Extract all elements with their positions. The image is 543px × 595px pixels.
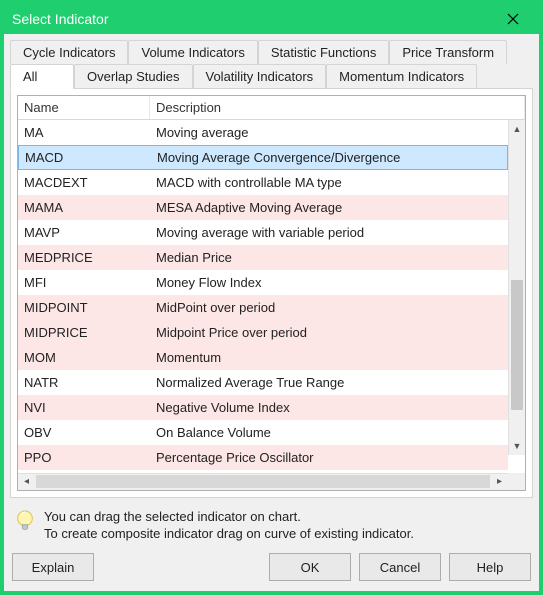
cell-description: Normalized Average True Range <box>150 375 508 390</box>
tab-upper-3[interactable]: Price Transform <box>389 40 507 64</box>
scroll-left-arrow-icon[interactable]: ◂ <box>18 473 35 490</box>
tab-upper-1[interactable]: Volume Indicators <box>128 40 257 64</box>
table-body: MAMoving averageMACDMoving Average Conve… <box>18 120 525 473</box>
button-bar: Explain OK Cancel Help <box>10 549 533 583</box>
tab-upper-0[interactable]: Cycle Indicators <box>10 40 128 64</box>
table-row[interactable]: MAMAMESA Adaptive Moving Average <box>18 195 508 220</box>
table-row[interactable]: OBVOn Balance Volume <box>18 420 508 445</box>
cell-name: MFI <box>18 275 150 290</box>
help-button[interactable]: Help <box>449 553 531 581</box>
cell-description: MACD with controllable MA type <box>150 175 508 190</box>
cell-name: MAMA <box>18 200 150 215</box>
cell-name: OBV <box>18 425 150 440</box>
tab-lower-2[interactable]: Volatility Indicators <box>193 64 327 89</box>
cell-name: MOM <box>18 350 150 365</box>
cell-name: MIDPRICE <box>18 325 150 340</box>
ok-button[interactable]: OK <box>269 553 351 581</box>
cell-description: MESA Adaptive Moving Average <box>150 200 508 215</box>
hscroll-track[interactable] <box>36 475 490 488</box>
scroll-down-arrow-icon[interactable]: ▼ <box>509 438 525 455</box>
table-row[interactable]: NATRNormalized Average True Range <box>18 370 508 395</box>
tab-lower-0[interactable]: All <box>10 64 74 89</box>
table-row[interactable]: MAMoving average <box>18 120 508 145</box>
cell-description: Moving average with variable period <box>150 225 508 240</box>
cell-description: Percentage Price Oscillator <box>150 450 508 465</box>
cell-description: Negative Volume Index <box>150 400 508 415</box>
hint-text: You can drag the selected indicator on c… <box>44 508 414 543</box>
cell-name: NVI <box>18 400 150 415</box>
titlebar: Select Indicator <box>4 4 539 34</box>
tab-lower-3[interactable]: Momentum Indicators <box>326 64 477 89</box>
cell-description: Momentum <box>150 350 508 365</box>
table-header: Name Description <box>18 96 525 120</box>
spacer <box>102 553 261 581</box>
cell-name: MIDPOINT <box>18 300 150 315</box>
table-row[interactable]: MIDPOINTMidPoint over period <box>18 295 508 320</box>
column-header-description[interactable]: Description <box>150 96 525 119</box>
table-row[interactable]: MEDPRICEMedian Price <box>18 245 508 270</box>
cell-name: MEDPRICE <box>18 250 150 265</box>
cell-description: Midpoint Price over period <box>150 325 508 340</box>
table-row[interactable]: MACDMoving Average Convergence/Divergenc… <box>18 145 508 170</box>
lightbulb-icon <box>14 508 36 536</box>
cell-description: Money Flow Index <box>150 275 508 290</box>
hint-line-2: To create composite indicator drag on cu… <box>44 525 414 543</box>
close-icon <box>507 13 519 25</box>
column-header-name[interactable]: Name <box>18 96 150 119</box>
dialog-window: Select Indicator Cycle IndicatorsVolume … <box>0 0 543 595</box>
table-row[interactable]: MFIMoney Flow Index <box>18 270 508 295</box>
scroll-right-arrow-icon[interactable]: ▸ <box>491 473 508 490</box>
tab-panel: Name Description MAMoving averageMACDMov… <box>10 88 533 498</box>
hint-line-1: You can drag the selected indicator on c… <box>44 508 414 526</box>
close-button[interactable] <box>493 6 533 32</box>
window-title: Select Indicator <box>12 11 493 27</box>
cell-name: PPO <box>18 450 150 465</box>
indicator-table: Name Description MAMoving averageMACDMov… <box>17 95 526 491</box>
horizontal-scrollbar[interactable]: ◂ ▸ <box>18 473 525 490</box>
scrollbar-thumb[interactable] <box>511 280 523 410</box>
table-row[interactable]: MACDEXTMACD with controllable MA type <box>18 170 508 195</box>
table-row[interactable]: NVINegative Volume Index <box>18 395 508 420</box>
cell-description: Moving Average Convergence/Divergence <box>151 150 507 165</box>
cell-description: Moving average <box>150 125 508 140</box>
table-row[interactable]: MAVPMoving average with variable period <box>18 220 508 245</box>
vertical-scrollbar[interactable]: ▲ ▼ <box>508 120 525 455</box>
tab-row-lower: AllOverlap StudiesVolatility IndicatorsM… <box>10 64 533 89</box>
tab-lower-1[interactable]: Overlap Studies <box>74 64 193 89</box>
explain-button[interactable]: Explain <box>12 553 94 581</box>
table-row[interactable]: MIDPRICEMidpoint Price over period <box>18 320 508 345</box>
cancel-button[interactable]: Cancel <box>359 553 441 581</box>
tab-upper-2[interactable]: Statistic Functions <box>258 40 390 64</box>
cell-description: MidPoint over period <box>150 300 508 315</box>
scroll-corner <box>508 473 525 490</box>
cell-description: Median Price <box>150 250 508 265</box>
cell-name: MAVP <box>18 225 150 240</box>
hint-area: You can drag the selected indicator on c… <box>10 498 533 549</box>
cell-name: MA <box>18 125 150 140</box>
table-row[interactable]: PPOPercentage Price Oscillator <box>18 445 508 470</box>
cell-name: MACD <box>19 150 151 165</box>
cell-name: NATR <box>18 375 150 390</box>
tab-row-upper: Cycle IndicatorsVolume IndicatorsStatist… <box>10 40 533 64</box>
scroll-up-arrow-icon[interactable]: ▲ <box>509 120 525 137</box>
cell-name: MACDEXT <box>18 175 150 190</box>
dialog-content: Cycle IndicatorsVolume IndicatorsStatist… <box>4 34 539 591</box>
table-row[interactable]: MOMMomentum <box>18 345 508 370</box>
cell-description: On Balance Volume <box>150 425 508 440</box>
